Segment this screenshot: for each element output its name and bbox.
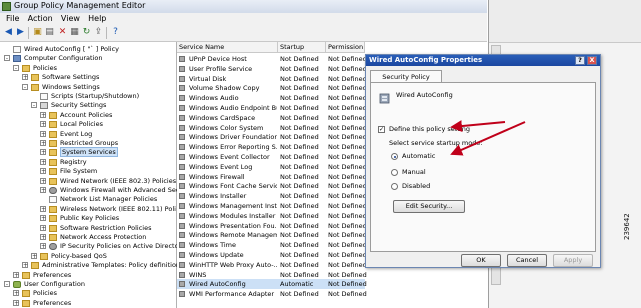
arrow-to-define-checkbox bbox=[450, 120, 506, 133]
annotation-arrows bbox=[450, 120, 526, 156]
